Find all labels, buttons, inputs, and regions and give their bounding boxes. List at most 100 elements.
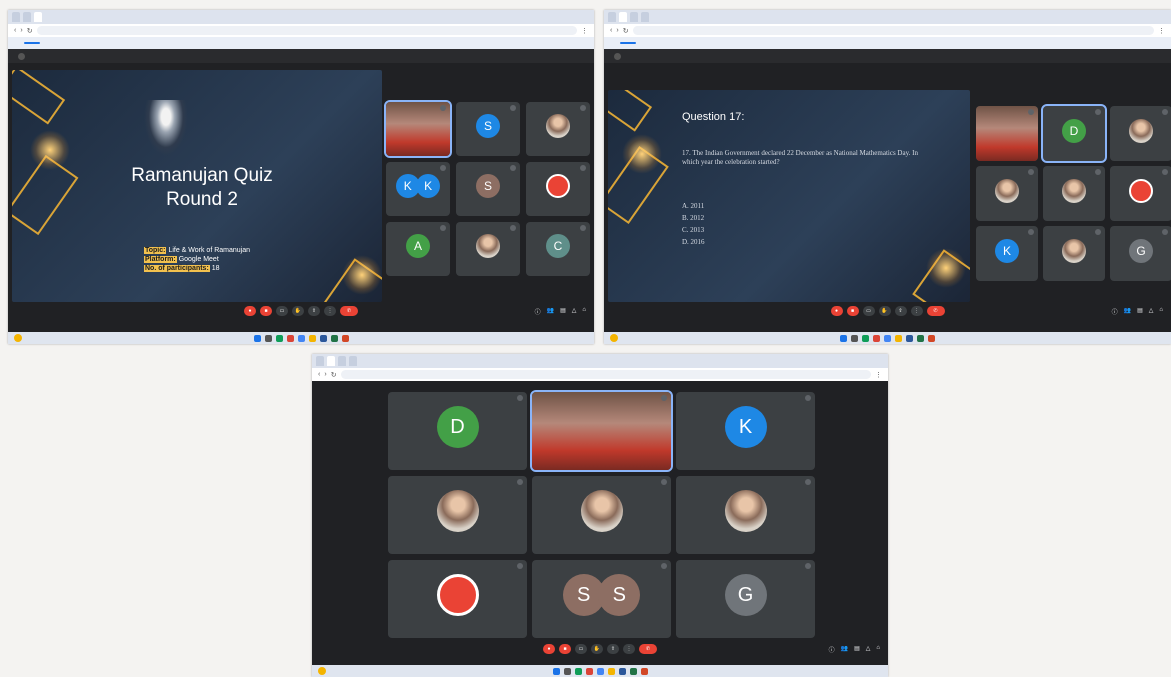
tile-mic-icon[interactable] <box>661 563 667 569</box>
participant-tile[interactable] <box>1110 106 1171 161</box>
tile-mic-icon[interactable] <box>805 563 811 569</box>
browser-tab[interactable] <box>12 12 20 22</box>
camera-icon[interactable]: ■ <box>559 644 571 654</box>
browser-tab[interactable] <box>23 12 31 22</box>
raise-hand-icon[interactable]: ✋ <box>878 306 891 316</box>
activities-icon[interactable]: △ <box>572 307 577 316</box>
taskbar-app-icon[interactable] <box>585 667 593 675</box>
browser-tab-active[interactable] <box>619 12 627 22</box>
participant-tile[interactable] <box>676 476 815 554</box>
end-call-icon[interactable]: ✆ <box>340 306 358 316</box>
chat-icon[interactable]: ▤ <box>560 307 566 316</box>
participant-tile[interactable] <box>530 390 673 472</box>
participant-tile[interactable] <box>532 476 671 554</box>
tile-mic-icon[interactable] <box>1028 169 1034 175</box>
info-icon[interactable]: ⓘ <box>535 307 541 316</box>
participant-tile[interactable] <box>976 106 1038 161</box>
participant-tile[interactable]: D <box>388 392 527 470</box>
taskbar-app-icon[interactable] <box>884 334 891 342</box>
forward-icon[interactable]: › <box>324 371 326 378</box>
raise-hand-icon[interactable]: ✋ <box>591 644 603 654</box>
browser-tab[interactable] <box>338 356 346 366</box>
tile-mic-icon[interactable] <box>517 563 523 569</box>
browser-tab[interactable] <box>608 12 616 22</box>
participant-tile[interactable] <box>526 162 590 216</box>
weather-icon[interactable] <box>318 667 326 675</box>
start-icon[interactable] <box>840 334 847 342</box>
url-field[interactable] <box>340 370 871 379</box>
tile-mic-icon[interactable] <box>1162 229 1168 235</box>
tile-mic-icon[interactable] <box>1162 109 1168 115</box>
participant-tile[interactable] <box>388 560 527 638</box>
taskbar-app-icon[interactable] <box>319 334 327 342</box>
participant-tile[interactable] <box>1043 226 1105 281</box>
tile-mic-icon[interactable] <box>580 225 586 231</box>
participant-tile[interactable]: SS <box>532 560 671 638</box>
info-icon[interactable]: ⓘ <box>829 645 835 654</box>
start-icon[interactable] <box>253 334 261 342</box>
captions-icon[interactable]: ▭ <box>276 306 288 316</box>
camera-icon[interactable]: ■ <box>846 306 859 316</box>
tile-mic-icon[interactable] <box>1028 109 1034 115</box>
reload-icon[interactable]: ↻ <box>331 371 337 379</box>
taskbar-app-icon[interactable] <box>297 334 305 342</box>
taskbar-app-icon[interactable] <box>906 334 913 342</box>
forward-icon[interactable]: › <box>616 27 618 34</box>
extensions-icon[interactable]: ⋮ <box>1158 27 1165 35</box>
participant-tile[interactable] <box>384 100 452 158</box>
tile-mic-icon[interactable] <box>580 105 586 111</box>
extensions-icon[interactable]: ⋮ <box>581 27 588 35</box>
more-icon[interactable]: ⋮ <box>623 644 635 654</box>
activities-icon[interactable]: △ <box>866 645 871 654</box>
mic-icon[interactable]: ● <box>543 644 555 654</box>
taskbar-app-icon[interactable] <box>308 334 316 342</box>
tile-mic-icon[interactable] <box>440 165 446 171</box>
taskbar-app-icon[interactable] <box>928 334 935 342</box>
camera-icon[interactable]: ■ <box>260 306 272 316</box>
taskbar-app-icon[interactable] <box>862 334 869 342</box>
people-icon[interactable]: 👥 <box>1124 307 1131 316</box>
captions-icon[interactable]: ▭ <box>862 306 875 316</box>
taskbar-app-icon[interactable] <box>851 334 858 342</box>
browser-tab[interactable] <box>349 356 357 366</box>
end-call-icon[interactable]: ✆ <box>926 306 945 316</box>
taskbar-app-icon[interactable] <box>264 334 272 342</box>
lock-icon[interactable]: ⌂ <box>876 645 880 654</box>
taskbar-app-icon[interactable] <box>596 667 604 675</box>
browser-tab[interactable] <box>630 12 638 22</box>
back-icon[interactable]: ‹ <box>610 27 612 34</box>
taskbar-app-icon[interactable] <box>330 334 338 342</box>
browser-tab-active[interactable] <box>327 356 335 366</box>
url-field[interactable] <box>632 26 1154 35</box>
taskbar-app-icon[interactable] <box>286 334 294 342</box>
taskbar-app-icon[interactable] <box>607 667 615 675</box>
tile-mic-icon[interactable] <box>580 165 586 171</box>
url-field[interactable] <box>36 26 577 35</box>
participant-tile[interactable] <box>388 476 527 554</box>
mic-icon[interactable]: ● <box>244 306 256 316</box>
present-icon[interactable]: ⇧ <box>308 306 320 316</box>
weather-icon[interactable] <box>14 334 22 342</box>
forward-icon[interactable]: › <box>20 27 22 34</box>
extensions-icon[interactable]: ⋮ <box>875 371 882 379</box>
browser-tab-active[interactable] <box>34 12 42 22</box>
tile-mic-icon[interactable] <box>1028 229 1034 235</box>
people-icon[interactable]: 👥 <box>841 645 848 654</box>
tile-mic-icon[interactable] <box>517 395 523 401</box>
start-icon[interactable] <box>552 667 560 675</box>
participant-tile[interactable] <box>976 166 1038 221</box>
taskbar-app-icon[interactable] <box>629 667 637 675</box>
tile-mic-icon[interactable] <box>1095 109 1101 115</box>
taskbar-app-icon[interactable] <box>873 334 880 342</box>
present-icon[interactable]: ⇧ <box>607 644 619 654</box>
weather-icon[interactable] <box>610 334 618 342</box>
tile-mic-icon[interactable] <box>510 105 516 111</box>
participant-tile[interactable]: G <box>1110 226 1171 281</box>
info-icon[interactable]: ⓘ <box>1112 307 1118 316</box>
taskbar-app-icon[interactable] <box>895 334 902 342</box>
info-bar-button[interactable] <box>24 42 40 44</box>
info-bar-button[interactable] <box>620 42 636 44</box>
participant-tile[interactable] <box>526 102 590 156</box>
participant-tile[interactable]: K <box>976 226 1038 281</box>
tile-mic-icon[interactable] <box>661 479 667 485</box>
